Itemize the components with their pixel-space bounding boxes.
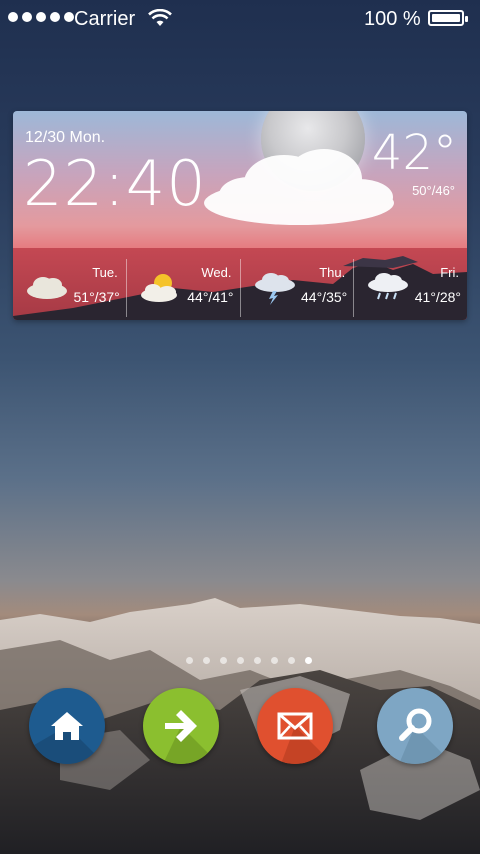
forecast-temps: 51°/37°	[73, 289, 120, 305]
page-dot[interactable]	[186, 657, 193, 664]
forecast-day-name: Thu.	[319, 265, 346, 280]
signal-strength-icon	[8, 12, 74, 22]
home-icon	[29, 712, 105, 764]
battery-icon	[428, 10, 468, 26]
weather-clock-widget[interactable]: 12/30 Mon. 22:40 42° 50°/46° Tue. 51°/37…	[13, 111, 467, 320]
forecast-day[interactable]: Tue. 51°/37°	[13, 259, 126, 317]
cloudy-icon	[27, 277, 67, 299]
date-label: 12/30 Mon.	[25, 129, 106, 146]
clock-time[interactable]: 22:40	[23, 147, 207, 220]
page-dot[interactable]	[254, 657, 261, 664]
page-dot[interactable]	[288, 657, 295, 664]
mail-button[interactable]	[257, 688, 333, 764]
search-button[interactable]	[377, 688, 453, 764]
current-temp-range: 50°/46°	[412, 183, 455, 198]
page-dot-active[interactable]	[305, 657, 312, 664]
forecast-temps: 41°/28°	[414, 289, 461, 305]
forecast-day-name: Wed.	[201, 265, 232, 280]
wifi-icon	[148, 9, 172, 26]
mail-icon	[277, 712, 333, 764]
battery-percent: 100 %	[364, 8, 421, 30]
forecast-day-name: Tue.	[92, 265, 118, 280]
partly-sunny-icon	[140, 274, 177, 302]
rain-cloud-icon	[368, 273, 409, 300]
forecast-temps: 44°/41°	[187, 289, 234, 305]
page-indicator[interactable]	[186, 657, 312, 664]
status-bar: Carrier 100 %	[0, 0, 480, 40]
search-icon	[399, 708, 453, 764]
app-dock	[0, 688, 480, 768]
forecast-row: Tue. 51°/37° Wed. 44°/41° Thu. 44°/35° F…	[13, 259, 467, 317]
forecast-day-name: Fri.	[440, 265, 459, 280]
carrier-label: Carrier	[74, 8, 136, 30]
forecast-day[interactable]: Fri. 41°/28°	[353, 259, 467, 317]
current-temperature: 42°	[371, 125, 457, 181]
forecast-day[interactable]: Wed. 44°/41°	[125, 259, 240, 317]
home-button[interactable]	[29, 688, 105, 764]
page-dot[interactable]	[220, 657, 227, 664]
thunderstorm-icon	[254, 273, 295, 305]
arrow-right-icon	[163, 710, 219, 764]
forecast-temps: 44°/35°	[301, 289, 348, 305]
forecast-day[interactable]: Thu. 44°/35°	[239, 259, 354, 317]
page-dot[interactable]	[271, 657, 278, 664]
arrow-app-button[interactable]	[143, 688, 219, 764]
page-dot[interactable]	[237, 657, 244, 664]
page-dot[interactable]	[203, 657, 210, 664]
